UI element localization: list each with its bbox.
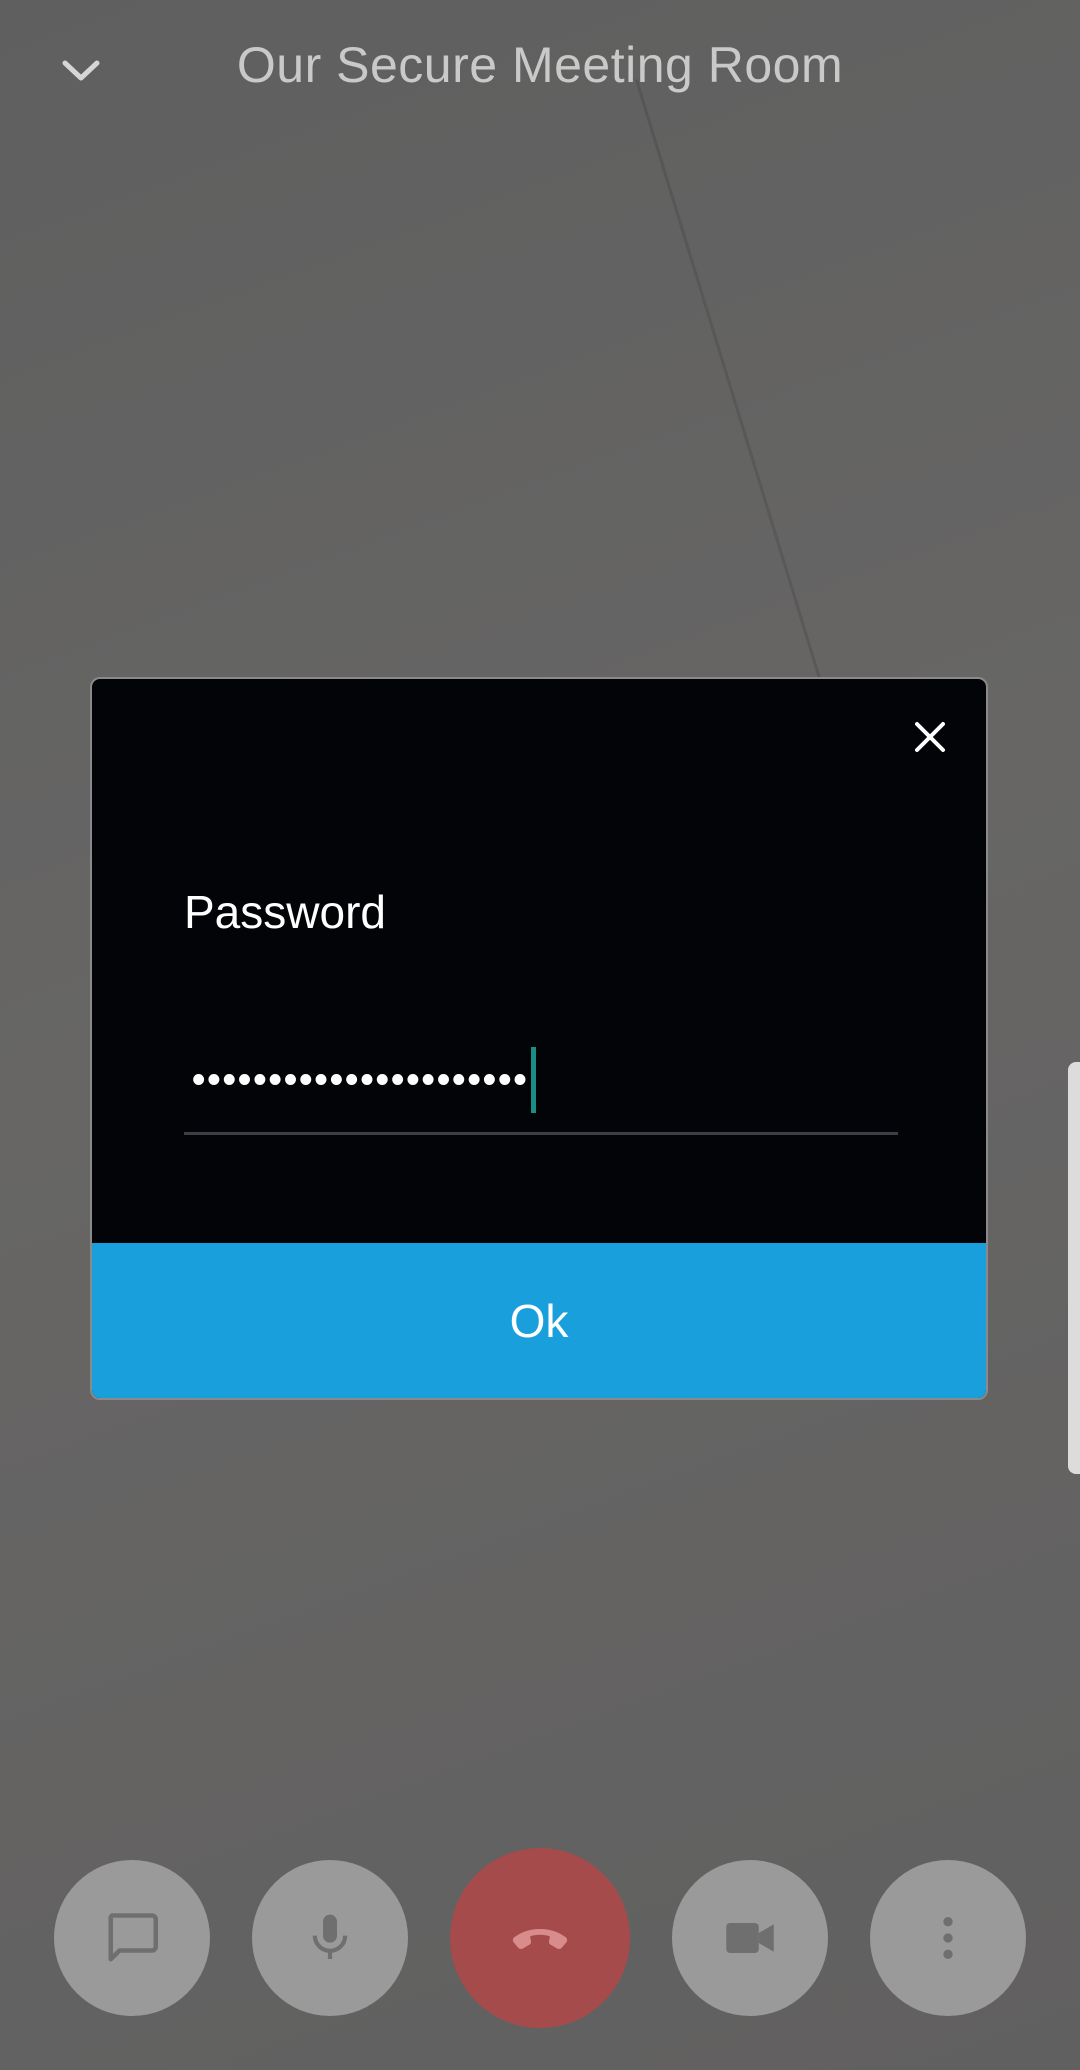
video-camera-icon	[726, 1923, 774, 1953]
call-controls	[0, 1840, 1080, 2040]
password-label: Password	[184, 886, 386, 938]
close-button[interactable]	[904, 711, 956, 763]
password-value: ••••••••••••••••••••••	[192, 1047, 536, 1113]
meeting-title: Our Secure Meeting Room	[236, 37, 844, 93]
password-input[interactable]: ••••••••••••••••••••••	[184, 1039, 898, 1135]
password-masked-text: ••••••••••••••••••••••	[192, 1059, 529, 1101]
microphone-icon	[312, 1914, 348, 1959]
password-dialog: Password •••••••••••••••••••••• Ok	[90, 677, 988, 1400]
background-video	[635, 79, 825, 693]
text-cursor	[530, 1047, 536, 1113]
top-bar: Our Secure Meeting Room	[0, 0, 1080, 140]
chat-button[interactable]	[54, 1860, 210, 2016]
more-options-button[interactable]	[870, 1860, 1026, 2016]
ok-button[interactable]: Ok	[92, 1243, 986, 1398]
chat-icon	[108, 1913, 158, 1962]
camera-button[interactable]	[672, 1860, 828, 2016]
microphone-button[interactable]	[252, 1860, 408, 2016]
edge-panel-handle[interactable]	[1068, 1062, 1080, 1474]
more-vertical-icon	[943, 1917, 953, 1959]
meeting-screen: Our Secure Meeting Room Password •••••••…	[0, 0, 1080, 2070]
hangup-icon	[512, 1929, 568, 1950]
close-icon	[915, 722, 945, 752]
hangup-button[interactable]	[450, 1848, 630, 2028]
